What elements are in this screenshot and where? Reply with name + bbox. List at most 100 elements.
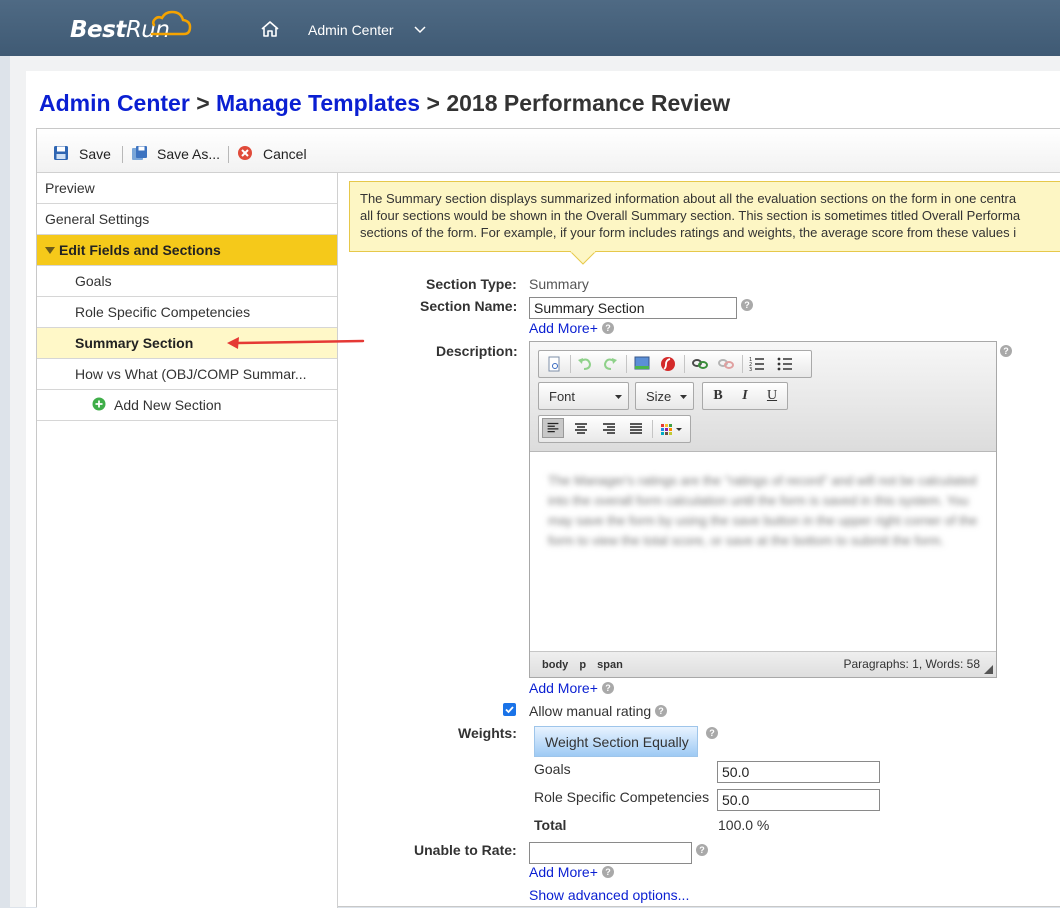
nav-group-label: Edit Fields and Sections [59,242,221,258]
underline-button[interactable]: U [761,386,783,406]
bestrun-logo[interactable]: BestRun [70,10,200,46]
help-icon[interactable]: ? [706,727,718,739]
alignment-group [538,415,691,443]
insert-link-icon[interactable] [689,354,711,374]
word-count: Paragraphs: 1, Words: 58 [843,657,980,671]
align-center-icon[interactable] [570,419,592,439]
editor-toolbar-group: 123 [538,350,812,378]
add-new-section-button[interactable]: Add New Section [37,388,337,421]
nav-item-label: Preview [45,180,95,196]
triangle-down-icon [45,247,55,254]
nav-item-preview[interactable]: Preview [37,173,337,204]
font-size-select[interactable]: Size [635,382,694,410]
add-more-link[interactable]: Add More+ [529,864,598,880]
editor-status-bar: body p span Paragraphs: 1, Words: 58 [530,651,996,677]
bullet-list-icon[interactable] [774,354,796,374]
section-name-label: Section Name: [420,298,518,314]
shell-bar: BestRun Admin Center [0,0,1060,56]
nav-group-edit-fields[interactable]: Edit Fields and Sections [37,235,337,266]
toolbar-divider [228,146,229,163]
weight-equally-label: Weight Section Equally [545,734,689,750]
help-icon[interactable]: ? [602,866,614,878]
redo-icon[interactable] [599,354,621,374]
cancel-icon [238,146,252,160]
path-body[interactable]: body [542,659,568,671]
red-arrow-annotation [227,337,365,349]
weight-name-goals: Goals [534,761,571,777]
align-right-icon[interactable] [598,419,620,439]
nav-item-label: How vs What (OBJ/COMP Summar... [75,366,307,382]
breadcrumb: Admin Center > Manage Templates > 2018 P… [39,90,730,117]
info-text-line: sections of the form. For example, if yo… [360,225,1017,240]
breadcrumb-manage-templates[interactable]: Manage Templates [216,90,420,116]
toolbar-divider [626,355,627,373]
main-toolbar: Save Save As... Cancel [37,129,1060,173]
cloud-icon [150,10,192,36]
toolbar-divider [684,355,685,373]
add-new-section-label: Add New Section [114,397,222,413]
cancel-label: Cancel [263,146,307,162]
floppy-disk-icon [54,146,68,160]
nav-item-how-vs-what[interactable]: How vs What (OBJ/COMP Summar... [37,359,337,390]
breadcrumb-separator: > [426,90,440,116]
nav-item-role-competencies[interactable]: Role Specific Competencies [37,297,337,328]
resize-grip-icon[interactable] [984,665,993,674]
section-info-callout: The Summary section displays summarized … [349,181,1060,252]
nav-item-label: Goals [75,273,112,289]
help-icon[interactable]: ? [655,705,667,717]
path-p[interactable]: p [579,659,586,671]
show-advanced-options-link[interactable]: Show advanced options... [529,887,689,903]
page-title: 2018 Performance Review [446,90,731,116]
breadcrumb-separator: > [196,90,210,116]
help-icon[interactable]: ? [696,844,708,856]
nav-item-general-settings[interactable]: General Settings [37,204,337,235]
add-more-link[interactable]: Add More+ [529,680,598,696]
chevron-down-icon[interactable] [414,26,426,34]
path-span[interactable]: span [597,659,623,671]
home-icon[interactable] [260,20,280,38]
font-family-select[interactable]: Font [538,382,629,410]
unable-to-rate-label: Unable to Rate: [414,842,517,858]
callout-pointer [570,251,596,265]
numbered-list-icon[interactable]: 123 [746,354,768,374]
nav-item-goals[interactable]: Goals [37,266,337,297]
weight-input-goals[interactable]: 50.0 [717,761,880,783]
toolbar-divider [122,146,123,163]
description-label: Description: [436,343,518,359]
text-color-icon[interactable] [657,419,687,439]
help-icon[interactable]: ? [602,682,614,694]
align-justify-icon[interactable] [625,419,647,439]
description-editor: 123 Font Size B I U The Manager's rating… [529,341,997,678]
toolbar-divider [652,420,653,438]
unlink-icon[interactable] [715,354,737,374]
section-type-value: Summary [529,276,589,292]
unable-to-rate-input[interactable] [529,842,692,864]
save-as-icon [132,146,147,160]
breadcrumb-admin-center[interactable]: Admin Center [39,90,190,116]
caret-down-icon [680,395,687,399]
insert-image-icon[interactable] [631,354,653,374]
element-path: body p span [542,659,631,671]
help-icon[interactable]: ? [602,322,614,334]
allow-manual-rating-checkbox[interactable] [503,703,516,716]
add-more-link[interactable]: Add More+ [529,320,598,336]
help-icon[interactable]: ? [1000,345,1012,357]
nav-item-label: Role Specific Competencies [75,304,251,320]
plus-circle-icon [92,397,106,411]
weight-section-equally-button[interactable]: Weight Section Equally [534,726,698,757]
weight-name-role-competencies: Role Specific Competencies [534,789,710,805]
editor-content[interactable]: The Manager's ratings are the "ratings o… [530,453,996,653]
flash-icon[interactable] [657,354,679,374]
help-icon[interactable]: ? [741,299,753,311]
italic-button[interactable]: I [734,386,756,406]
bold-button[interactable]: B [707,386,729,406]
section-name-input[interactable]: Summary Section [529,297,737,319]
font-select-label: Font [549,389,576,404]
undo-icon[interactable] [574,354,596,374]
preview-document-icon[interactable] [543,354,565,374]
align-left-icon[interactable] [542,418,564,438]
weight-input-role-competencies[interactable]: 50.0 [717,789,880,811]
weights-total-label: Total [534,817,567,833]
admin-center-menu[interactable]: Admin Center [308,22,394,38]
nav-item-label: General Settings [45,211,150,227]
